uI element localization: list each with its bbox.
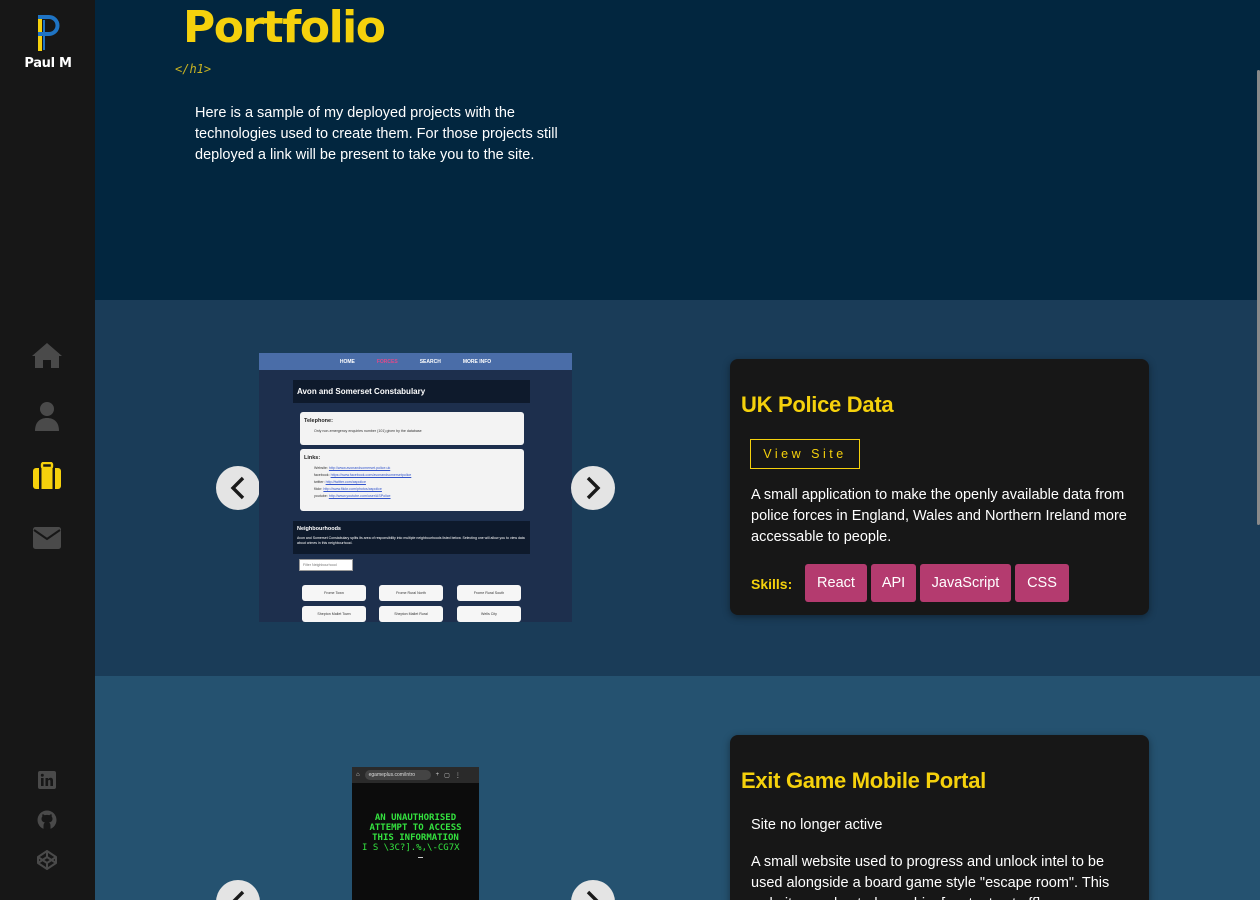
preview-url: egameplus.com/intro (364, 770, 431, 780)
preview-neighbourhoods: Neighbourhoods Avon and Somerset Constab… (293, 521, 530, 554)
preview-neighbourhood-button: Shepton Mallet Rural (379, 606, 443, 622)
chevron-right-icon (586, 476, 601, 500)
preview-nav-item: SEARCH (419, 358, 441, 365)
preview-neighbourhood-button: Frome Rural North (379, 585, 443, 601)
preview-heading: Avon and Somerset Constabulary (293, 380, 530, 403)
project-section-exit-game: ⌂ egameplus.com/intro + ▢ ⋮ AN UNAUTHORI… (95, 676, 1260, 900)
linkedin-icon (38, 771, 56, 789)
logo[interactable]: Paul M (22, 14, 74, 71)
preview-neighbourhood-button: Frome Rural South (457, 585, 521, 601)
preview-link: youtube: http://www.youtube.com/user/ASP… (314, 494, 520, 499)
carousel-next-button[interactable] (571, 880, 615, 900)
project-description: A small application to make the openly a… (751, 487, 1127, 545)
codepen-icon (37, 850, 57, 870)
preview-filter-input: Filter Neighbourhood (299, 559, 353, 571)
preview-glitch-text: I S \3C?].%,\-CG7X (362, 843, 460, 853)
github-icon (37, 810, 57, 830)
preview-links-box: Links: Website: http://www.avonandsomers… (300, 449, 524, 511)
project-section-uk-police: HOME FORCES SEARCH MORE INFO Avon and So… (95, 300, 1260, 676)
intro-text: Here is a sample of my deployed projects… (195, 105, 558, 163)
preview-neighbourhoods-text: Avon and Somerset Constabulary splits it… (297, 536, 525, 545)
project-screenshot: HOME FORCES SEARCH MORE INFO Avon and So… (259, 353, 572, 622)
preview-link: facebook: https://www.facebook.com/avona… (314, 473, 520, 478)
chevron-right-icon (586, 890, 599, 900)
linkedin-link[interactable] (37, 770, 57, 790)
nav-contact[interactable] (31, 522, 63, 554)
preview-link: flickr: http://www.flickr.com/photos/asp… (314, 487, 520, 492)
logo-name: Paul M (24, 56, 72, 71)
project-title: UK Police Data (741, 392, 894, 417)
preview-nav-item: MORE INFO (462, 358, 492, 365)
preview-nav-item: HOME (339, 358, 355, 365)
preview-link-name: flickr: (314, 487, 323, 491)
preview-link-name: twitter: (314, 480, 325, 484)
portfolio-header: Portfolio </h1> Here is a sample of my d… (95, 0, 1260, 300)
preview-link: twitter: http://twitter.com/aspolice (314, 480, 520, 485)
nav-about[interactable] (31, 400, 63, 432)
carousel-next-button[interactable] (571, 466, 615, 510)
project-title: Exit Game Mobile Portal (741, 768, 986, 793)
nav-home[interactable] (31, 339, 63, 371)
project-card: UK Police Data View Site A small applica… (730, 359, 1149, 615)
tabs-icon: ▢ (444, 772, 450, 779)
preview-warning-line: THIS INFORMATION (372, 833, 459, 843)
carousel-prev-button[interactable] (216, 466, 260, 510)
github-link[interactable] (37, 810, 57, 830)
preview-link-name: facebook: (314, 473, 330, 477)
codepen-link[interactable] (37, 850, 57, 870)
project-description: A small website used to progress and unl… (751, 854, 1110, 900)
preview-warning-line: AN UNAUTHORISED (374, 813, 457, 823)
project-screenshot: ⌂ egameplus.com/intro + ▢ ⋮ AN UNAUTHORI… (352, 767, 479, 900)
preview-link-url: https://www.facebook.com/avonandsomerset… (330, 473, 412, 477)
preview-nav: HOME FORCES SEARCH MORE INFO (259, 353, 572, 370)
code-tag: </h1> (175, 62, 212, 76)
view-site-button[interactable]: View Site (750, 439, 860, 469)
preview-neighbourhood-button: Frome Town (302, 585, 366, 601)
preview-link-url: http://twitter.com/aspolice (325, 480, 366, 484)
preview-warning: AN UNAUTHORISED ATTEMPT TO ACCESS THIS I… (352, 813, 479, 843)
site-status: Site no longer active (751, 817, 883, 833)
preview-nav-item: FORCES (376, 358, 398, 365)
preview-browser-bar: ⌂ egameplus.com/intro + ▢ ⋮ (352, 767, 479, 783)
preview-link-name: Website: (314, 466, 328, 470)
sidebar: Paul M (0, 0, 95, 900)
nav-portfolio[interactable] (31, 460, 63, 492)
home-icon: ⌂ (356, 772, 360, 778)
preview-neighbourhood-button: Shepton Mallet Town (302, 606, 366, 622)
skill-badge: React (805, 564, 867, 602)
preview-neighbourhood-button: Wells City (457, 606, 521, 622)
skill-badge: API (871, 564, 916, 602)
carousel-prev-button[interactable] (216, 880, 260, 900)
preview-telephone-label: Telephone: (304, 418, 333, 424)
preview-cursor (418, 857, 423, 858)
preview-link-url: http://www.youtube.com/user/ASPolice (328, 494, 391, 498)
home-icon (32, 343, 62, 368)
preview-link-url: http://www.avonandsomerset.police.uk (328, 466, 391, 470)
envelope-icon (33, 527, 61, 549)
preview-link-name: youtube: (314, 494, 328, 498)
logo-p-icon (38, 15, 60, 51)
preview-neighbourhoods-label: Neighbourhoods (297, 526, 341, 532)
briefcase-icon (33, 462, 61, 489)
menu-icon: ⋮ (454, 772, 461, 779)
preview-link-url: http://www.flickr.com/photos/aspolice (323, 487, 382, 491)
user-icon (35, 402, 59, 431)
chevron-left-icon (230, 476, 245, 500)
project-card: Exit Game Mobile Portal Site no longer a… (730, 735, 1149, 900)
preview-telephone-box: Telephone: Only non-emergency enquiries … (300, 412, 524, 445)
page-title: Portfolio (183, 2, 386, 53)
skill-badge: JavaScript (920, 564, 1011, 602)
preview-warning-line: ATTEMPT TO ACCESS (369, 823, 462, 833)
skill-badge: CSS (1015, 564, 1069, 602)
skills-label: Skills: (751, 576, 793, 592)
preview-links-label: Links: (304, 455, 321, 461)
preview-link: Website: http://www.avonandsomerset.poli… (314, 466, 520, 471)
plus-icon: + (435, 772, 440, 778)
preview-telephone-line: Only non-emergency enquiries number (101… (314, 429, 422, 433)
chevron-left-icon (232, 890, 245, 900)
